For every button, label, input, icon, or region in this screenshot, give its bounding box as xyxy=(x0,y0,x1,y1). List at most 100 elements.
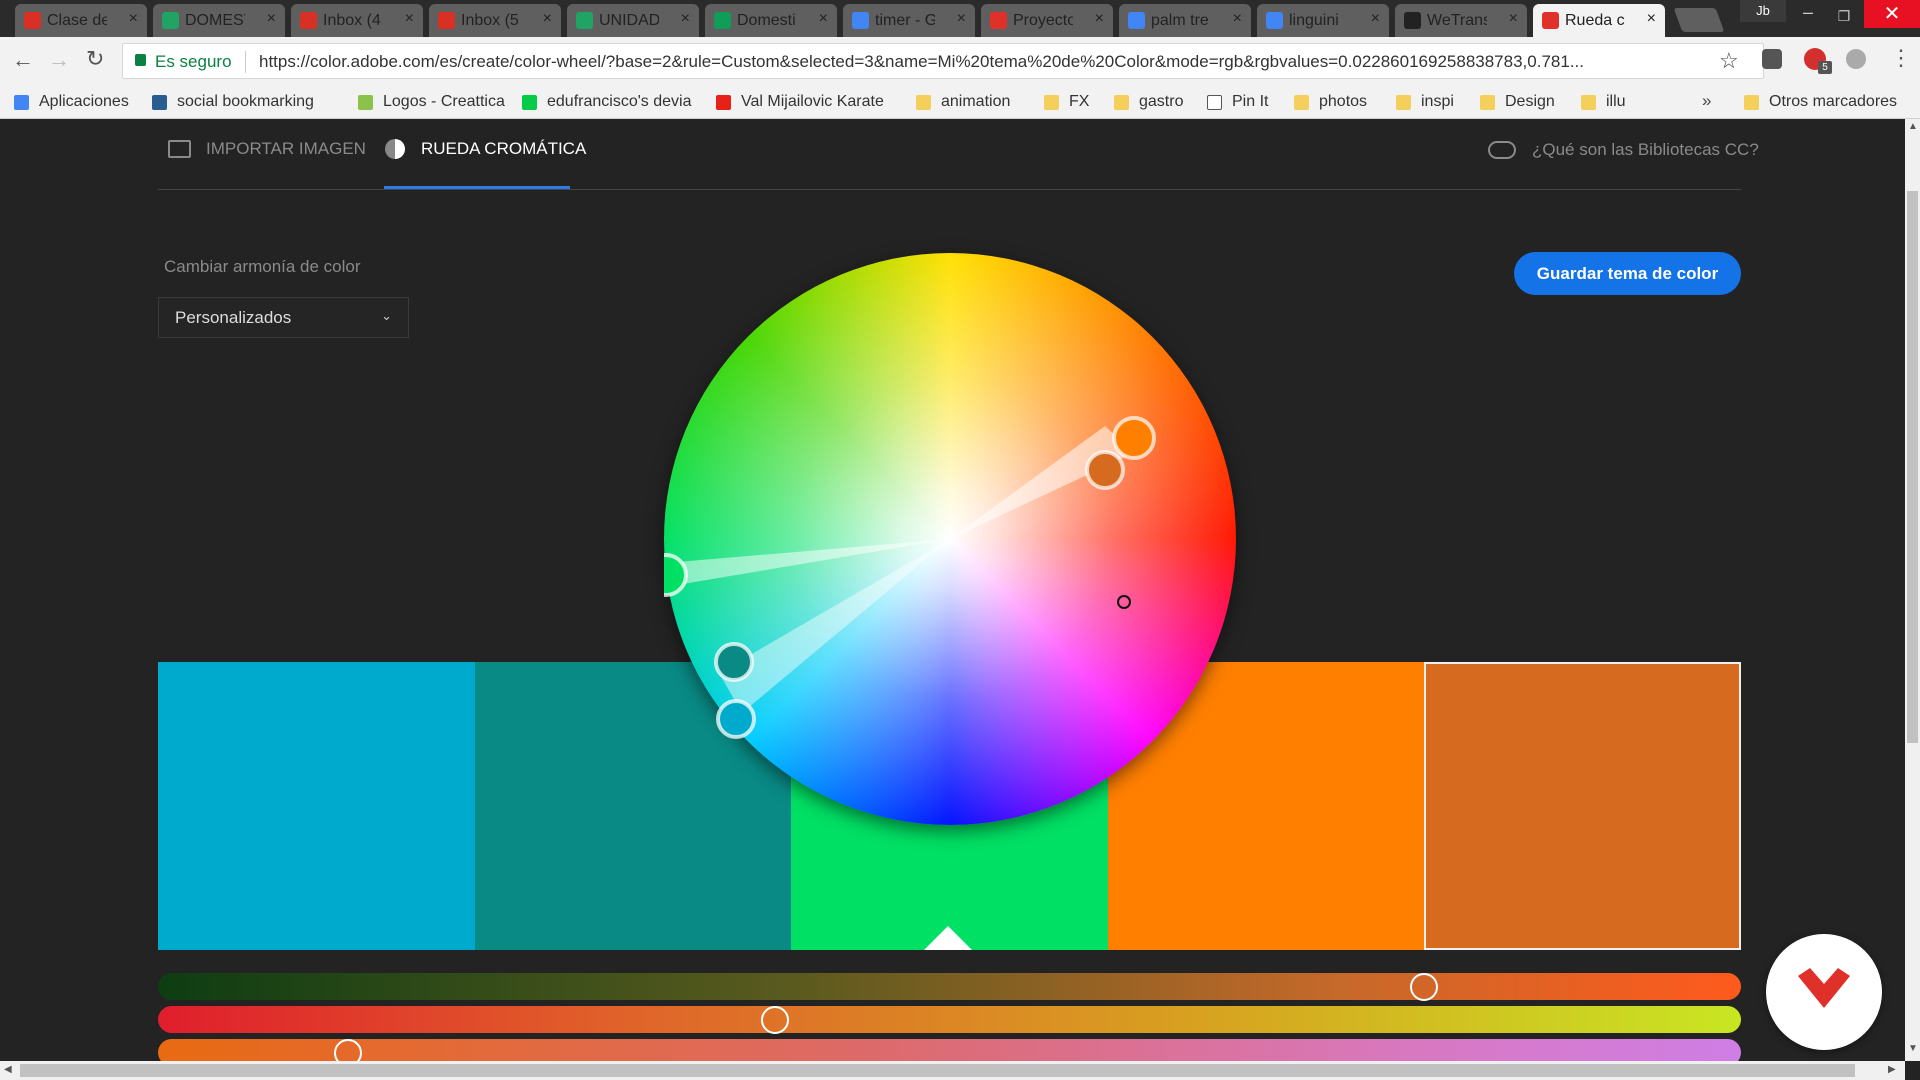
bookmark-item[interactable]: animation xyxy=(916,89,1010,115)
color-slider[interactable] xyxy=(158,973,1741,1001)
handle-green[interactable] xyxy=(664,553,688,597)
wetransfer-icon xyxy=(1404,12,1421,29)
color-swatch[interactable] xyxy=(1424,662,1741,950)
restore-window-icon[interactable]: ❐ xyxy=(1826,2,1862,30)
cc-libraries-link[interactable]: ¿Qué son las Bibliotecas CC? xyxy=(1488,140,1759,160)
selected-swatch-marker xyxy=(924,926,972,950)
handle-cyan[interactable] xyxy=(716,699,756,739)
close-tab-icon[interactable]: × xyxy=(1647,10,1656,28)
color-slider[interactable] xyxy=(158,1006,1741,1034)
floating-logo-button[interactable] xyxy=(1766,934,1882,1050)
tab-import-image[interactable]: IMPORTAR IMAGEN xyxy=(168,139,366,159)
new-tab-button[interactable] xyxy=(1673,8,1725,32)
adobe-color-page: IMPORTAR IMAGEN RUEDA CROMÁTICA ¿Qué son… xyxy=(0,119,1905,1061)
other-bookmarks[interactable]: Otros marcadores xyxy=(1744,89,1897,115)
more-bookmarks-button[interactable]: » xyxy=(1702,91,1711,111)
bookmark-item[interactable]: Design xyxy=(1480,89,1555,115)
close-tab-icon[interactable]: × xyxy=(681,10,690,28)
profile-button[interactable]: Jb xyxy=(1740,0,1786,22)
bookmark-item[interactable]: Val Mijailovic Karate xyxy=(716,89,884,115)
url-text[interactable]: https://color.adobe.com/es/create/color-… xyxy=(259,52,1619,72)
extension-icon[interactable] xyxy=(1762,49,1782,69)
close-tab-icon[interactable]: × xyxy=(1509,10,1518,28)
page-icon xyxy=(1207,94,1222,110)
close-tab-icon[interactable]: × xyxy=(1371,10,1380,28)
browser-tab[interactable]: WeTrans × xyxy=(1395,4,1527,37)
bookmark-item[interactable]: inspi xyxy=(1396,89,1454,115)
star-icon[interactable]: ☆ xyxy=(1719,48,1739,74)
horizontal-scrollbar[interactable]: ◀ ▶ xyxy=(0,1061,1905,1080)
close-tab-icon[interactable]: × xyxy=(129,10,138,28)
bookmark-item[interactable]: social bookmarking xyxy=(152,89,314,115)
close-tab-icon[interactable]: × xyxy=(957,10,966,28)
harmony-label: Cambiar armonía de color xyxy=(164,257,361,276)
handle-teal[interactable] xyxy=(714,642,754,682)
close-tab-icon[interactable]: × xyxy=(267,10,276,28)
youtube-icon xyxy=(716,94,731,110)
close-tab-icon[interactable]: × xyxy=(819,10,828,28)
folder-icon xyxy=(1114,94,1129,110)
close-tab-icon[interactable]: × xyxy=(405,10,414,28)
handle-orange[interactable] xyxy=(1112,416,1156,460)
bookmark-item[interactable]: Aplicaciones xyxy=(14,89,129,115)
tab-color-wheel[interactable]: RUEDA CROMÁTICA xyxy=(385,139,586,159)
color-wheel[interactable] xyxy=(664,253,1236,825)
adobe-icon xyxy=(1542,12,1559,29)
bookmark-label: edufrancisco's devia xyxy=(547,93,692,110)
color-slider[interactable] xyxy=(158,1039,1741,1061)
browser-tab[interactable]: Inbox (4 × xyxy=(291,4,423,37)
bookmark-item[interactable]: photos xyxy=(1294,89,1367,115)
close-window-icon[interactable]: ✕ xyxy=(1864,0,1920,28)
forward-icon[interactable]: → xyxy=(48,47,70,73)
bookmark-label: gastro xyxy=(1139,93,1184,110)
browser-tab[interactable]: UNIDAD × xyxy=(567,4,699,37)
scroll-right-icon[interactable]: ▶ xyxy=(1888,1064,1896,1075)
bookmark-item[interactable]: illu xyxy=(1581,89,1626,115)
browser-tab[interactable]: DOMEST × xyxy=(153,4,285,37)
browser-tab[interactable]: Domesti × xyxy=(705,4,837,37)
vertical-scrollbar[interactable]: ▲ ▼ xyxy=(1905,119,1920,1061)
browser-tab[interactable]: palm tre × xyxy=(1119,4,1251,37)
deviantart-icon xyxy=(522,94,537,110)
minimize-window-icon[interactable]: – xyxy=(1790,2,1826,30)
folder-icon xyxy=(1294,94,1309,110)
browser-tab[interactable]: Clase de × xyxy=(15,4,147,37)
bookmark-item[interactable]: FX xyxy=(1044,89,1089,115)
browser-tab[interactable]: linguini × xyxy=(1257,4,1389,37)
scroll-left-icon[interactable]: ◀ xyxy=(4,1064,12,1075)
browser-tab[interactable]: Inbox (5 × xyxy=(429,4,561,37)
folder-icon xyxy=(1044,94,1059,110)
close-tab-icon[interactable]: × xyxy=(1095,10,1104,28)
bookmark-item[interactable]: Logos - Creattica xyxy=(358,89,505,115)
browser-tab[interactable]: Rueda c × xyxy=(1533,4,1665,37)
horizontal-scroll-thumb[interactable] xyxy=(20,1064,1855,1077)
bookmark-item[interactable]: edufrancisco's devia xyxy=(522,89,691,115)
menu-icon[interactable]: ⋮ xyxy=(1890,45,1912,71)
address-bar[interactable]: Es seguro https://color.adobe.com/es/cre… xyxy=(122,43,1764,79)
scroll-up-icon[interactable]: ▲ xyxy=(1908,121,1918,132)
skype-extension-icon[interactable] xyxy=(1846,49,1866,69)
save-theme-button[interactable]: Guardar tema de color xyxy=(1514,252,1741,295)
apps-icon xyxy=(14,94,29,110)
close-tab-icon[interactable]: × xyxy=(1233,10,1242,28)
handle-dark-orange[interactable] xyxy=(1085,450,1125,490)
sheets-icon xyxy=(714,12,731,29)
scroll-thumb[interactable] xyxy=(1907,191,1918,743)
drive-icon xyxy=(162,12,179,29)
harmony-dropdown[interactable]: Personalizados ⌄ xyxy=(158,297,409,338)
browser-tab[interactable]: timer - G × xyxy=(843,4,975,37)
scroll-down-icon[interactable]: ▼ xyxy=(1908,1043,1918,1054)
slider-knob[interactable] xyxy=(761,1006,790,1034)
bookmark-item[interactable]: gastro xyxy=(1114,89,1183,115)
slider-knob[interactable] xyxy=(1410,973,1439,1001)
back-icon[interactable]: ← xyxy=(12,47,34,73)
harmony-selected: Personalizados xyxy=(175,308,292,327)
slider-knob[interactable] xyxy=(333,1039,362,1061)
reload-icon[interactable]: ↻ xyxy=(86,46,104,72)
gmail-icon xyxy=(438,12,455,29)
bookmark-item[interactable]: Pin It xyxy=(1207,89,1268,115)
close-tab-icon[interactable]: × xyxy=(543,10,552,28)
heart-logo-icon xyxy=(1798,968,1850,1008)
color-swatch[interactable] xyxy=(158,662,475,950)
browser-tab[interactable]: Proyecto × xyxy=(981,4,1113,37)
